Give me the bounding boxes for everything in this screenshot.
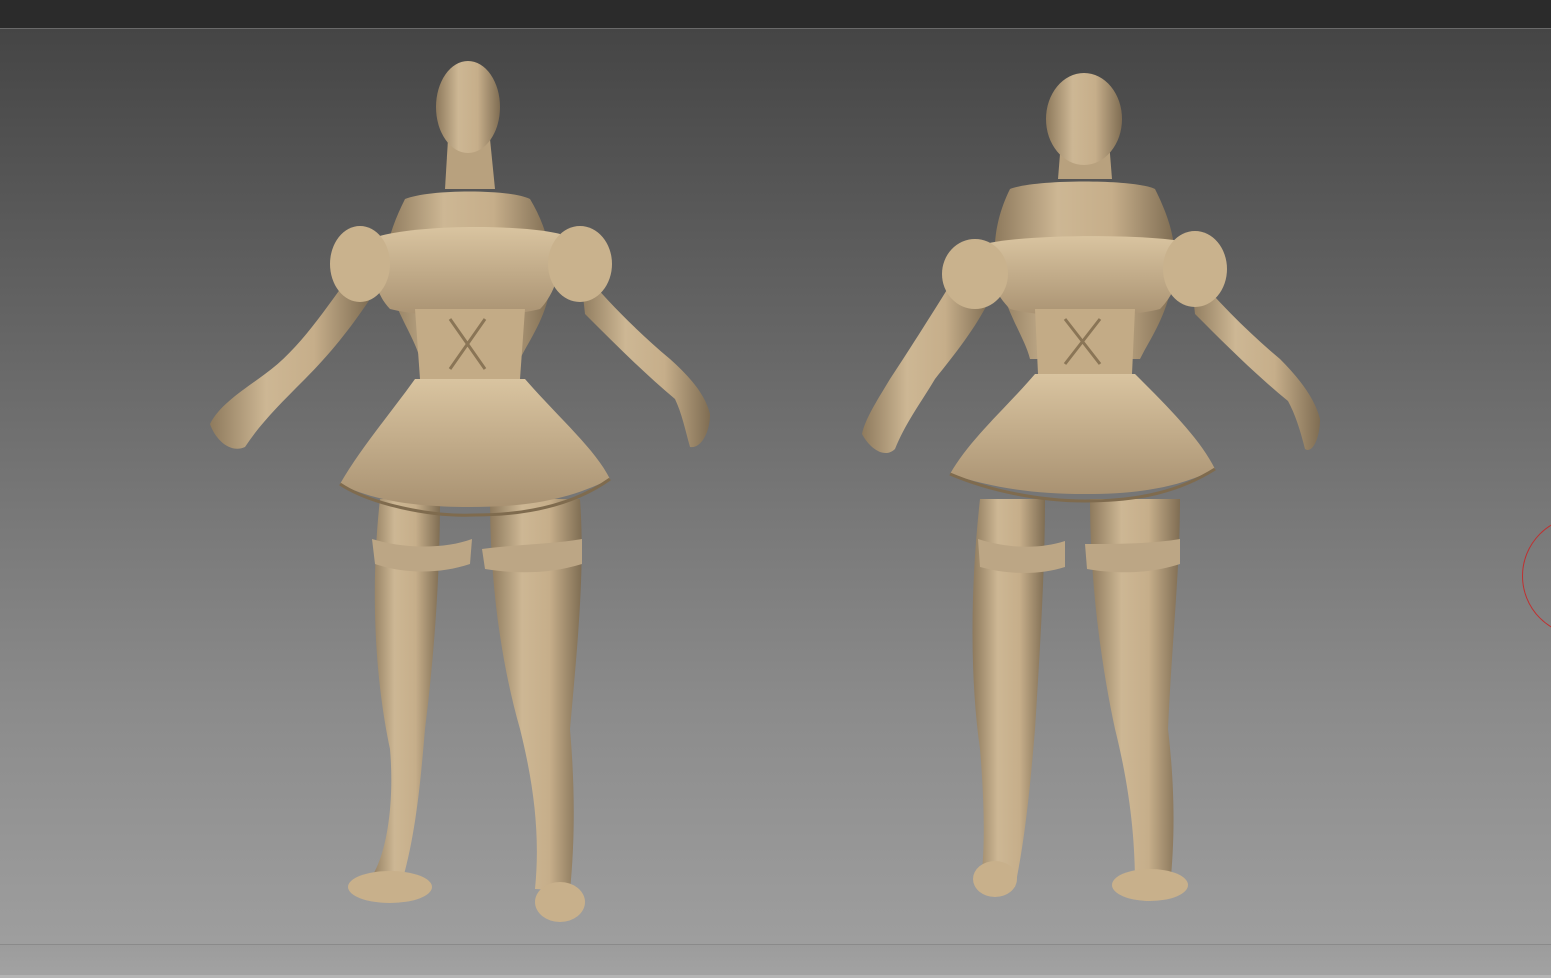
left-shoe [348,871,432,903]
back-corset [1035,309,1135,374]
top-toolbar [0,0,1551,29]
skirt [340,379,610,507]
corset [415,309,525,379]
brush-cursor-ring [1522,516,1551,636]
back-head [1046,73,1122,165]
bottom-toolbar [0,944,1551,978]
back-left-heel [973,861,1017,897]
3d-viewport[interactable] [0,29,1551,944]
right-shoe [535,882,585,922]
back-blouse [984,236,1182,317]
head [436,61,500,153]
back-skirt [950,374,1215,494]
character-front-view[interactable] [190,29,750,944]
sculpt-app-window [0,0,1551,978]
blouse [369,227,562,317]
right-arm [580,269,710,448]
character-back-view[interactable] [850,29,1370,944]
back-right-shoe [1112,869,1188,901]
